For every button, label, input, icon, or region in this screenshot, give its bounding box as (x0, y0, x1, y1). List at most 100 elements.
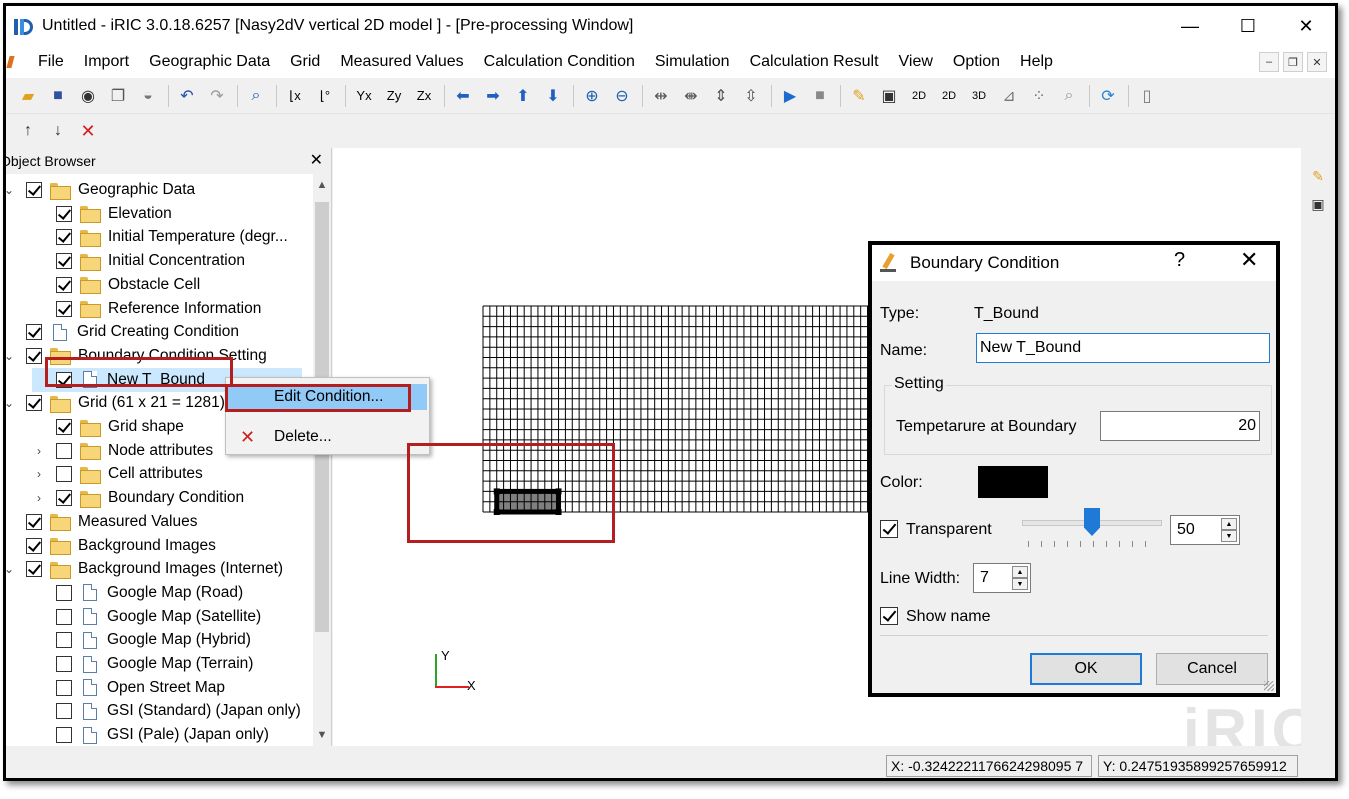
tree-item-checkbox[interactable] (26, 537, 42, 554)
delete-icon[interactable]: ✕ (74, 117, 102, 145)
menu-import[interactable]: Import (74, 46, 139, 78)
tree-item[interactable]: Elevation (32, 202, 172, 226)
tree-item[interactable]: GSI (Pale) (Japan only) (32, 723, 269, 746)
scatter-icon[interactable]: ⁘ (1025, 82, 1053, 110)
menu-simulation[interactable]: Simulation (645, 46, 740, 78)
move-up-arrow-icon[interactable]: ↑ (14, 117, 42, 145)
move-up-icon[interactable]: ⬆ (509, 82, 537, 110)
line-width-down-icon[interactable]: ▼ (1012, 578, 1028, 590)
line-width-spinbox[interactable]: 7 ▲ ▼ (973, 563, 1031, 593)
expand-arrow-icon[interactable]: › (32, 444, 46, 458)
scroll-down-icon[interactable]: ▼ (313, 726, 331, 744)
tree-item-checkbox[interactable] (56, 442, 72, 459)
tree-item-checkbox[interactable] (56, 632, 72, 649)
resize-grip[interactable] (1264, 681, 1274, 691)
tree-item[interactable]: Open Street Map (32, 676, 225, 700)
save-icon[interactable]: ■ (44, 82, 72, 110)
view-zx-icon[interactable]: Zx (410, 82, 438, 110)
tree-item-checkbox[interactable] (26, 395, 42, 412)
tree-item-checkbox[interactable] (26, 347, 42, 364)
shrink-vertical-icon[interactable]: ⇳ (737, 82, 765, 110)
expand-horizontal-icon[interactable]: ⇹ (647, 82, 675, 110)
tree-item-checkbox[interactable] (26, 324, 42, 341)
temperature-input[interactable] (1100, 411, 1260, 441)
tree-item-checkbox[interactable] (56, 703, 72, 720)
tree-item[interactable]: Grid shape (32, 415, 184, 439)
menu-option[interactable]: Option (943, 46, 1010, 78)
graph-icon[interactable]: ⊿ (995, 82, 1023, 110)
zoom-in-icon[interactable]: ⊕ (578, 82, 606, 110)
name-input[interactable] (976, 333, 1270, 363)
stop-simulation-icon[interactable]: ■ (806, 82, 834, 110)
pencil-icon[interactable]: ✎ (845, 82, 873, 110)
menu-help[interactable]: Help (1010, 46, 1063, 78)
run-simulation-icon[interactable]: ▶ (776, 82, 804, 110)
tree-item-checkbox[interactable] (56, 727, 72, 744)
collapse-arrow-icon[interactable]: ⌄ (6, 396, 16, 410)
mdi-restore-button[interactable]: ❐ (1283, 52, 1303, 72)
tree-item[interactable]: Google Map (Hybrid) (32, 628, 251, 652)
tree-item[interactable]: Grid Creating Condition (6, 320, 239, 344)
attribute-browser-icon[interactable]: ▣ (1308, 194, 1328, 214)
spin-down-icon[interactable]: ▼ (1221, 530, 1237, 542)
collapse-arrow-icon[interactable]: ⌄ (6, 349, 16, 363)
tree-item-checkbox[interactable] (56, 656, 72, 672)
tree-item-checkbox[interactable] (56, 490, 72, 507)
tree-item-checkbox[interactable] (26, 513, 42, 530)
tree-item-checkbox[interactable] (26, 182, 42, 198)
menu-grid[interactable]: Grid (280, 46, 330, 78)
tree-item[interactable]: ⌄ Grid (61 x 21 = 1281) (6, 391, 225, 415)
tree-item[interactable]: Initial Concentration (32, 249, 245, 273)
refresh-icon[interactable]: ⟳ (1094, 82, 1122, 110)
expand-arrow-icon[interactable]: › (32, 467, 46, 481)
tree-item[interactable]: ⌄ Geographic Data (6, 178, 195, 202)
shrink-horizontal-icon[interactable]: ⇼ (677, 82, 705, 110)
move-down-arrow-icon[interactable]: ↓ (44, 117, 72, 145)
undo-icon[interactable]: ↶ (173, 82, 201, 110)
menu-geographic-data[interactable]: Geographic Data (139, 46, 280, 78)
expand-vertical-icon[interactable]: ⇕ (707, 82, 735, 110)
view-3d-icon[interactable]: 3D (965, 82, 993, 110)
expand-arrow-icon[interactable]: › (32, 491, 46, 505)
tree-item-checkbox[interactable] (56, 608, 72, 625)
zoom-out-icon[interactable]: ⊖ (608, 82, 636, 110)
menu-calculation-condition[interactable]: Calculation Condition (474, 46, 645, 78)
tree-item-checkbox[interactable] (56, 419, 72, 435)
tree-item[interactable]: › Node attributes (32, 439, 213, 463)
tree-item[interactable]: Reference Information (32, 297, 261, 321)
tree-item-checkbox[interactable] (56, 276, 72, 293)
tree-item-checkbox[interactable] (56, 253, 72, 270)
tree-item[interactable]: ⌄ Background Images (Internet) (6, 557, 283, 581)
axis-rotate-icon[interactable]: ⌊° (311, 82, 339, 110)
mouse-icon[interactable]: ◒ (134, 82, 162, 110)
minimize-button[interactable]: — (1161, 6, 1219, 46)
color-swatch[interactable] (978, 466, 1048, 498)
tree-item[interactable]: Measured Values (6, 510, 197, 534)
axis-x-icon[interactable]: ⌊x (281, 82, 309, 110)
tree-item-checkbox[interactable] (56, 300, 72, 317)
transparency-spinbox[interactable]: 50 ▲ ▼ (1170, 515, 1240, 545)
menu-calculation-result[interactable]: Calculation Result (740, 46, 889, 78)
menu-file[interactable]: File (28, 46, 74, 78)
line-width-up-icon[interactable]: ▲ (1012, 566, 1028, 578)
help-icon[interactable]: ? (1174, 249, 1185, 272)
tree-item-checkbox[interactable] (56, 229, 72, 246)
tree-item[interactable]: Google Map (Satellite) (32, 605, 261, 629)
zoom-fit-icon[interactable]: ⌕ (242, 82, 270, 110)
tree-item[interactable]: › Cell attributes (32, 462, 203, 486)
view-zy-icon[interactable]: Zy (380, 82, 408, 110)
close-button[interactable]: ✕ (1277, 6, 1335, 46)
redo-icon[interactable]: ↷ (203, 82, 231, 110)
scroll-up-icon[interactable]: ▲ (313, 176, 331, 194)
view-2d-alt-icon[interactable]: 2D (935, 82, 963, 110)
collapse-arrow-icon[interactable]: ⌄ (6, 562, 16, 576)
tree-item-checkbox[interactable] (56, 679, 72, 696)
tree-item[interactable]: GSI (Standard) (Japan only) (32, 699, 301, 723)
transparent-checkbox[interactable] (880, 520, 898, 538)
move-left-icon[interactable]: ⬅ (449, 82, 477, 110)
maximize-button[interactable]: ☐ (1219, 6, 1277, 46)
mdi-close-button[interactable]: ✕ (1307, 52, 1327, 72)
move-down-icon[interactable]: ⬇ (539, 82, 567, 110)
tree-item-checkbox[interactable] (26, 561, 42, 578)
menu-measured-values[interactable]: Measured Values (330, 46, 473, 78)
